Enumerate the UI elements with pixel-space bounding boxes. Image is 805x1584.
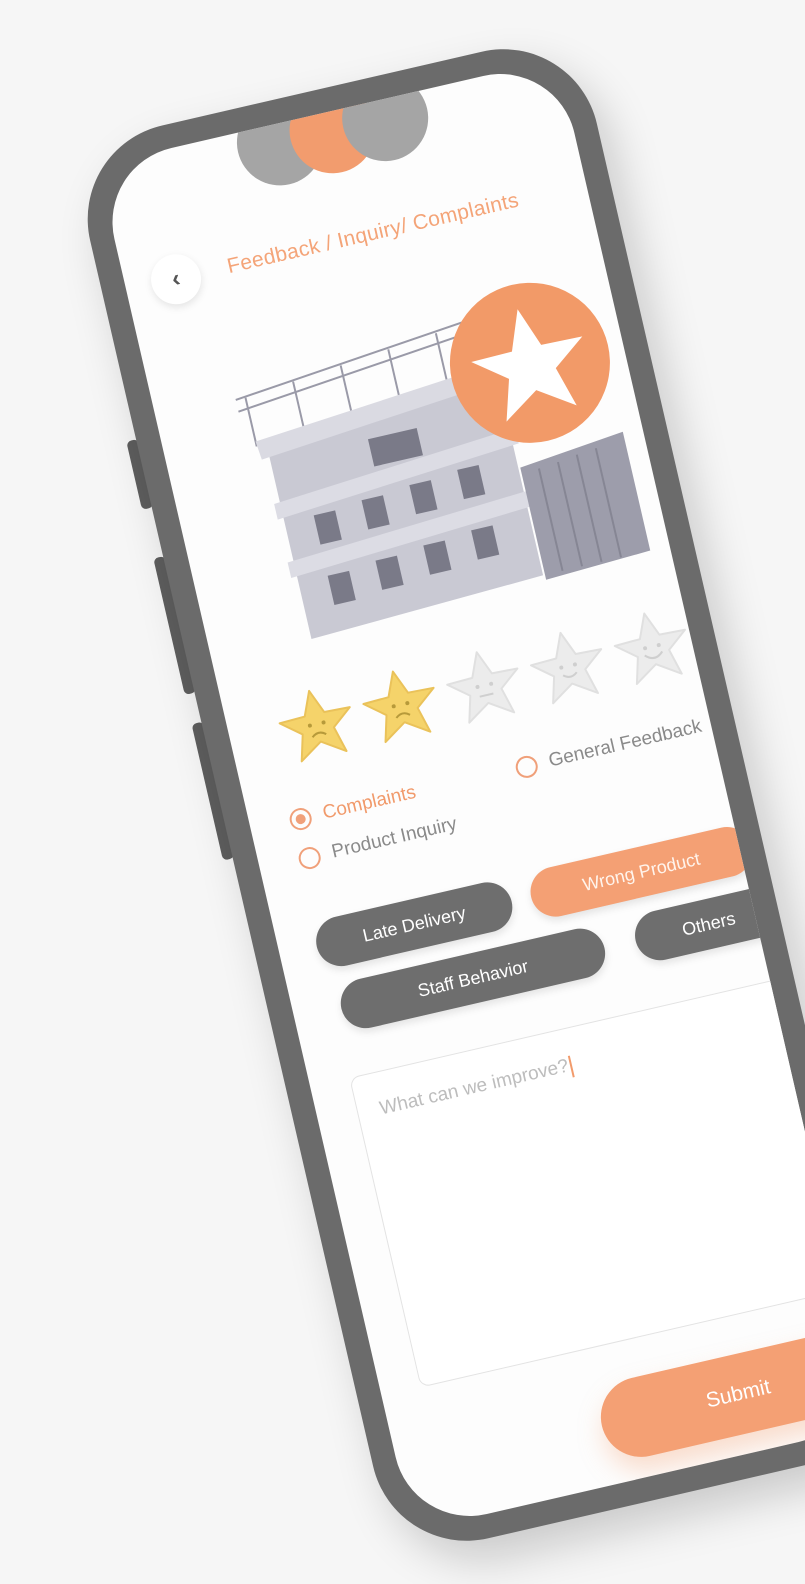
feedback-textarea[interactable]: What can we improve?	[349, 976, 805, 1388]
page-title: Feedback / Inquiry/ Complaints	[225, 188, 522, 279]
phone-screen: ‹ Feedback / Inquiry/ Complaints Complai…	[97, 58, 805, 1532]
submit-button[interactable]: Submit	[592, 1323, 805, 1465]
phone-mockup: ‹ Feedback / Inquiry/ Complaints Complai…	[68, 30, 805, 1560]
star-rating-1[interactable]	[269, 676, 365, 772]
star-rating-3[interactable]	[436, 637, 532, 733]
radio-label: General Feedback	[546, 715, 704, 772]
back-button[interactable]: ‹	[146, 249, 207, 310]
feedback-placeholder: What can we improve?	[377, 1055, 571, 1120]
radio-complaints[interactable]: Complaints	[287, 781, 418, 833]
radio-general-feedback[interactable]: General Feedback	[513, 715, 704, 781]
chevron-left-icon: ‹	[169, 264, 183, 293]
building-illustration	[235, 282, 651, 640]
radio-label: Complaints	[320, 781, 418, 824]
star-rating-4[interactable]	[520, 618, 616, 714]
star-rating-2[interactable]	[353, 657, 449, 753]
radio-unselected-icon	[513, 753, 540, 781]
radio-unselected-icon	[296, 844, 323, 872]
radio-label: Product Inquiry	[329, 813, 459, 863]
radio-selected-icon	[287, 805, 314, 833]
